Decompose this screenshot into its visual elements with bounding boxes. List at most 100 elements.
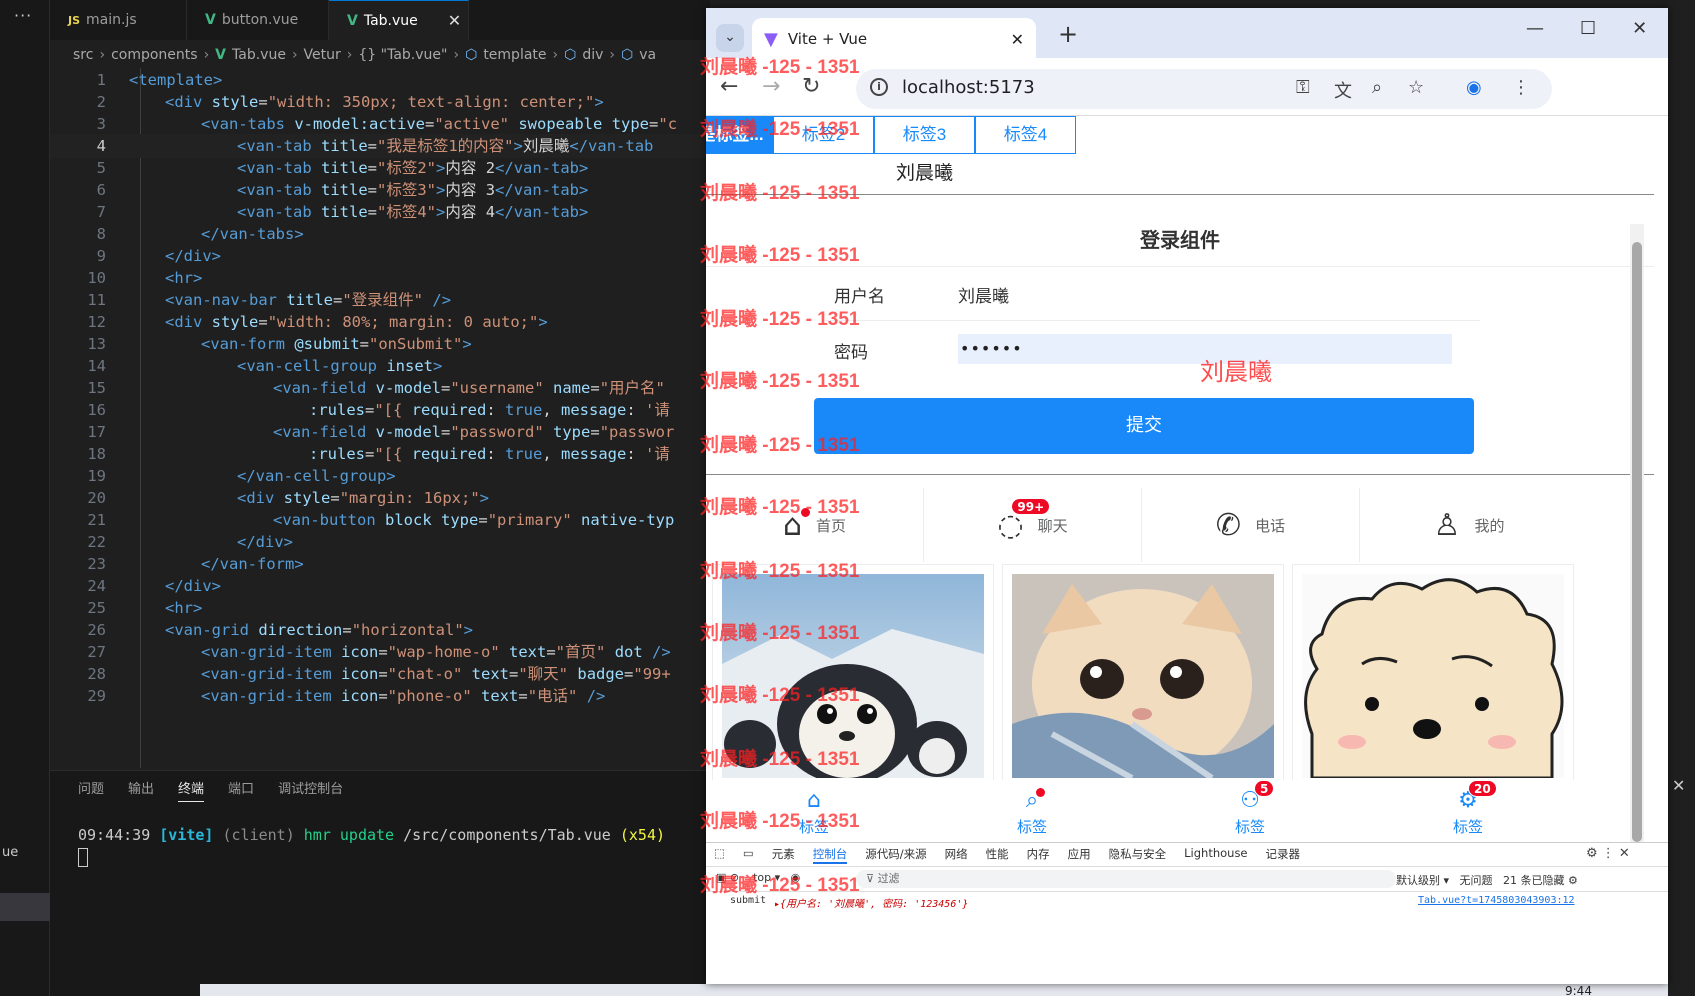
devtools-tab[interactable]: 网络 [945,846,968,864]
code-line[interactable]: 27 <van-grid-item icon="wap-home-o" text=… [50,640,710,664]
editor-tab-button-vue[interactable]: V button.vue [187,0,329,40]
translate-icon[interactable]: 文 [1334,77,1352,103]
submit-button[interactable]: 提交 [814,398,1474,454]
code-line[interactable]: 1 <template> [50,68,710,92]
sidebar-selected-item[interactable] [0,893,52,921]
code-line[interactable]: 10 <hr> [50,266,710,290]
maximize-icon[interactable]: ☐ [1580,18,1596,39]
zoom-icon[interactable]: ⌕ [1372,77,1382,98]
panel-tab-ports[interactable]: 端口 [228,778,254,802]
code-line[interactable]: 17 <van-field v-model="password" type="pa… [50,420,710,444]
password-field[interactable]: •••••• [958,334,1452,364]
console-context[interactable]: ▣ ⊘ top ▾ ◉ [716,871,800,884]
console-log-source[interactable]: Tab.vue?t=1745803043903:12 [1418,895,1575,906]
minimize-icon[interactable]: — [1526,18,1544,39]
username-field[interactable]: 刘晨曦 [958,282,1009,307]
devtools-tab[interactable]: 隐私与安全 [1109,846,1167,864]
code-line[interactable]: 16:rules="[{ required: true, message: '请 [50,398,710,422]
code-line[interactable]: 2 <div style="width: 350px; text-align: c… [50,90,710,114]
profile-icon[interactable]: ◉ [1466,77,1482,98]
code-line[interactable]: 7 <van-tab title="标签4">内容 4</van-tab> [50,200,710,224]
reload-icon[interactable]: ↻ [802,74,820,99]
more-icon[interactable]: ··· [14,6,32,25]
tab-search-icon[interactable]: ⌄ [716,24,744,52]
url-text[interactable]: localhost:5173 [902,77,1035,98]
code-line[interactable]: 26 <van-grid direction="horizontal"> [50,618,710,642]
code-line[interactable]: 13 <van-form @submit="onSubmit"> [50,332,710,356]
terminal-output[interactable]: 09:44:39 [vite] (client) hmr update /src… [78,826,665,844]
eye-icon[interactable]: ◉ [791,871,801,884]
context-select[interactable]: top [753,871,771,884]
code-line[interactable]: 23 </van-form> [50,552,710,576]
cat-image[interactable] [1012,574,1274,778]
devtools-tab[interactable]: 内存 [1027,846,1050,864]
grid-item-home[interactable]: ⌂ 首页 [706,488,924,562]
code-line[interactable]: 5 <van-tab title="标签2">内容 2</van-tab> [50,156,710,180]
code-line[interactable]: 12 <div style="width: 80%; margin: 0 auto… [50,310,710,334]
device-icon[interactable]: ▭ [743,846,754,864]
code-line[interactable]: 8 </van-tabs> [50,222,710,246]
breadcrumb-item[interactable]: src [73,47,93,63]
van-tab-1[interactable]: 我是标签... [706,116,773,154]
van-tab-4[interactable]: 标签4 [975,116,1076,154]
log-level-select[interactable]: 默认级别 [1396,874,1440,887]
site-info-icon[interactable]: i [870,78,888,96]
devtools-tab[interactable]: 记录器 [1266,846,1301,864]
breadcrumb-item[interactable]: Vetur [304,47,341,63]
close-icon[interactable]: ✕ [1632,18,1647,39]
van-tab-2[interactable]: 标签2 [773,116,874,154]
tabbar-item-settings[interactable]: ⚙ 20 标签 [1438,780,1498,837]
code-line[interactable]: 18:rules="[{ required: true, message: '请 [50,442,710,466]
grid-item-chat[interactable]: ◌ 99+ 聊天 [924,488,1142,562]
browser-tab[interactable]: ▼ Vite + Vue ✕ [752,18,1036,60]
panel-tab-problems[interactable]: 问题 [78,778,104,802]
back-icon[interactable]: ← [720,74,738,99]
code-line[interactable]: 14 <van-cell-group inset> [50,354,710,378]
panel-tab-terminal[interactable]: 终端 [178,778,205,802]
code-line[interactable]: 20 <div style="margin: 16px;"> [50,486,710,510]
code-editor[interactable]: 1 <template> 2 <div style="width: 350px; te… [50,68,710,768]
panel-tab-output[interactable]: 输出 [128,778,154,802]
inspect-icon[interactable]: ⬚ [714,846,725,864]
close-icon[interactable]: ✕ [1672,776,1685,795]
new-tab-icon[interactable]: + [1058,20,1078,48]
key-icon[interactable]: ⚿ [1296,77,1310,98]
code-line[interactable]: 21 <van-button block type="primary" nativ… [50,508,710,532]
code-line[interactable]: 9 </div> [50,244,710,268]
console-log-message[interactable]: ▸{用户名: '刘晨曦', 密码: '123456'} [774,895,968,910]
devtools-tab[interactable]: 元素 [772,846,795,864]
devtools-tab-console[interactable]: 控制台 [812,846,848,864]
issues-count[interactable]: 无问题 [1460,874,1493,887]
gear-icon[interactable]: ⚙ ⋮ ✕ [1586,846,1630,861]
code-line[interactable]: 11 <van-nav-bar title="登录组件" /> [50,288,710,312]
scrollbar-thumb[interactable] [1632,242,1642,842]
code-line[interactable]: 25 <hr> [50,596,710,620]
breadcrumb-item[interactable]: div [582,47,603,63]
code-line[interactable]: 3 <van-tabs v-model:active="active" swope… [50,112,710,136]
devtools-tab[interactable]: 源代码/来源 [865,846,926,864]
devtools-tab[interactable]: Lighthouse [1184,846,1247,864]
code-line[interactable]: 29 <van-grid-item icon="phone-o" text="电话… [50,684,710,708]
breadcrumb-item[interactable]: components [111,47,198,63]
grid-item-phone[interactable]: ✆ 电话 [1142,488,1360,562]
code-line[interactable]: 22 </div> [50,530,710,554]
breadcrumb-item[interactable]: template [483,47,546,63]
cartoon-image[interactable] [1302,574,1564,778]
code-line[interactable]: 28 <van-grid-item icon="chat-o" text="聊天"… [50,662,710,686]
code-line[interactable]: 6 <van-tab title="标签3">内容 3</van-tab> [50,178,710,202]
tabbar-item-home[interactable]: ⌂ 标签 [784,788,844,837]
forward-icon[interactable]: → [762,74,780,99]
tabbar-item-search[interactable]: ⌕ 标签 [1002,788,1062,837]
grid-item-mine[interactable]: ♙ 我的 [1360,488,1578,562]
close-icon[interactable]: ✕ [1011,30,1024,49]
van-tab-3[interactable]: 标签3 [874,116,975,154]
editor-tab-main-js[interactable]: JS main.js [50,0,187,40]
code-line[interactable]: 24 </div> [50,574,710,598]
code-line[interactable]: 19 </van-cell-group> [50,464,710,488]
breadcrumb-item[interactable]: Tab.vue [232,47,286,63]
menu-icon[interactable]: ⋮ [1512,77,1530,98]
code-line[interactable]: 4 <van-tab title="我是标签1的内容">刘晨曦</van-tab [50,134,710,158]
star-icon[interactable]: ☆ [1408,77,1424,98]
console-filter[interactable]: ⊽ 过滤 [856,870,1396,888]
panel-tab-debug-console[interactable]: 调试控制台 [278,778,343,802]
